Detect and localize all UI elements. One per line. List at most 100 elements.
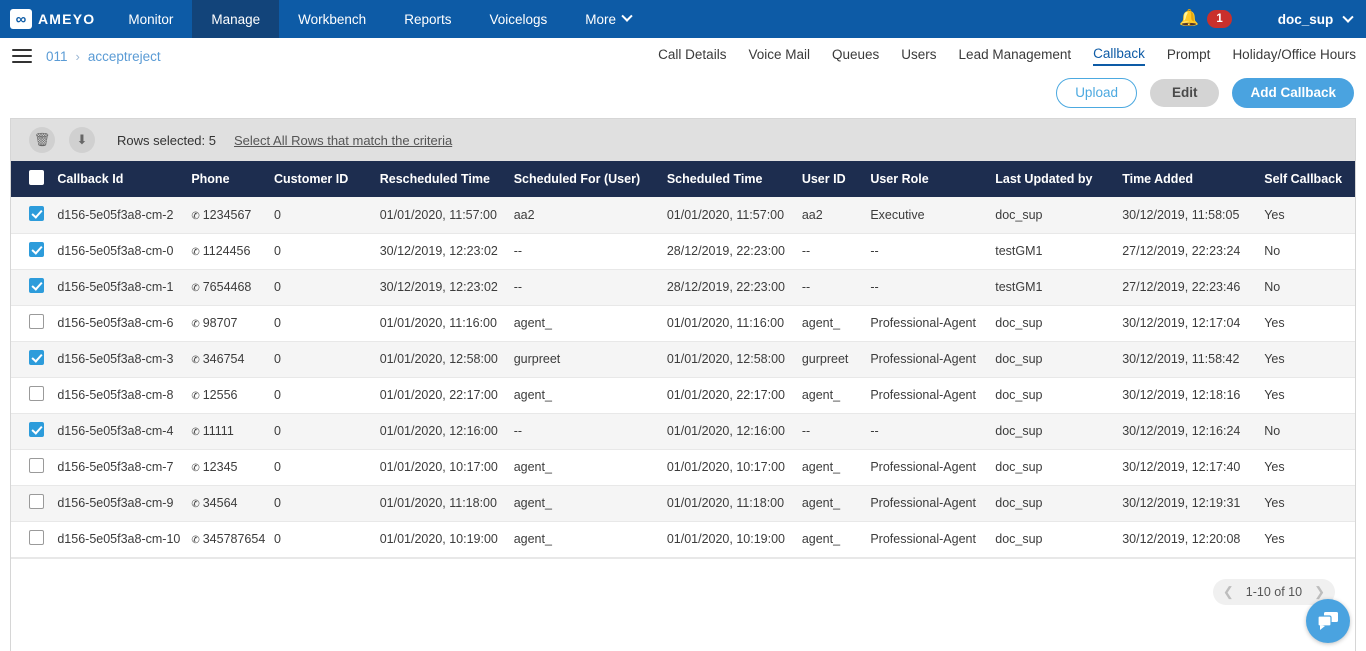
notification-bell-icon[interactable]: 🔔: [1179, 11, 1199, 27]
phone-number: 1124456: [202, 244, 251, 258]
notification-count-badge[interactable]: 1: [1207, 9, 1232, 29]
column-header-scheduled-time[interactable]: Scheduled Time: [666, 161, 802, 197]
row-checkbox-cell[interactable]: [11, 305, 58, 342]
cell-scheduled-for-user: agent_: [513, 521, 667, 558]
row-checkbox-cell[interactable]: [11, 521, 58, 558]
column-header-last-updated-by[interactable]: Last Updated by: [995, 161, 1123, 197]
cell-last-updated-by: doc_sup: [995, 521, 1123, 558]
cell-customer-id: 0: [273, 197, 380, 234]
table-row[interactable]: d156-5e05f3a8-cm-8 ✆ 12556 0 01/01/2020, 22:…: [11, 377, 1355, 414]
cell-phone[interactable]: ✆ 12345: [191, 449, 274, 486]
table-row[interactable]: d156-5e05f3a8-cm-6 ✆ 98707 0 01/01/2020, 11:…: [11, 305, 1355, 342]
cell-phone[interactable]: ✆ 7654468: [191, 269, 274, 306]
row-checkbox[interactable]: [29, 458, 44, 473]
row-checkbox[interactable]: [29, 494, 44, 509]
row-checkbox[interactable]: [29, 314, 44, 329]
breadcrumb-root[interactable]: 011: [46, 49, 68, 64]
nav-item-monitor[interactable]: Monitor: [109, 0, 192, 38]
cell-last-updated-by: doc_sup: [995, 485, 1123, 522]
app-logo[interactable]: ∞ AMEYO: [0, 0, 109, 38]
nav-item-workbench[interactable]: Workbench: [279, 0, 385, 38]
row-checkbox[interactable]: [29, 278, 44, 293]
trash-icon[interactable]: 🗑: [29, 127, 55, 153]
table-row[interactable]: d156-5e05f3a8-cm-3 ✆ 346754 0 01/01/2020, 12…: [11, 341, 1355, 378]
select-all-checkbox[interactable]: [29, 170, 44, 185]
row-checkbox-cell[interactable]: [11, 485, 58, 522]
row-checkbox-cell[interactable]: [11, 341, 58, 378]
download-icon[interactable]: ⬇: [69, 127, 95, 153]
table-row[interactable]: d156-5e05f3a8-cm-9 ✆ 34564 0 01/01/2020, 11:…: [11, 485, 1355, 522]
cell-rescheduled-time: 30/12/2019, 12:23:02: [379, 269, 514, 306]
tab-holiday-office-hours[interactable]: Holiday/Office Hours: [1232, 47, 1356, 65]
row-checkbox-cell[interactable]: [11, 413, 58, 450]
row-checkbox[interactable]: [29, 242, 44, 257]
row-checkbox[interactable]: [29, 422, 44, 437]
table-row[interactable]: d156-5e05f3a8-cm-0 ✆ 1124456 0 30/12/2019, 1…: [11, 233, 1355, 270]
cell-phone[interactable]: ✆ 1124456: [191, 233, 274, 270]
column-header-scheduled-for-user[interactable]: Scheduled For (User): [513, 161, 667, 197]
tab-lead-management[interactable]: Lead Management: [959, 47, 1072, 65]
select-all-rows-link[interactable]: Select All Rows that match the criteria: [234, 133, 452, 148]
nav-item-more[interactable]: More: [566, 0, 650, 38]
cell-phone[interactable]: ✆ 34564: [191, 485, 274, 522]
row-checkbox-cell[interactable]: [11, 197, 58, 234]
user-menu[interactable]: doc_sup: [1278, 11, 1354, 27]
tab-queues[interactable]: Queues: [832, 47, 879, 65]
top-navigation-bar: ∞ AMEYO Monitor Manage Workbench Reports…: [0, 0, 1366, 38]
column-header-user-id[interactable]: User ID: [801, 161, 871, 197]
column-header-time-added[interactable]: Time Added: [1122, 161, 1265, 197]
upload-button[interactable]: Upload: [1056, 77, 1137, 109]
row-checkbox-cell[interactable]: [11, 269, 58, 306]
row-checkbox[interactable]: [29, 386, 44, 401]
column-header-callback-id[interactable]: Callback Id: [57, 161, 192, 197]
phone-icon: ✆: [191, 391, 200, 402]
tab-users[interactable]: Users: [901, 47, 936, 65]
table-row[interactable]: d156-5e05f3a8-cm-2 ✆ 1234567 0 01/01/2020, 1…: [11, 197, 1355, 234]
row-checkbox-cell[interactable]: [11, 449, 58, 486]
cell-user-role: --: [870, 233, 996, 270]
tab-prompt[interactable]: Prompt: [1167, 47, 1211, 65]
table-row[interactable]: d156-5e05f3a8-cm-1 ✆ 7654468 0 30/12/2019, 1…: [11, 269, 1355, 306]
phone-number: 1234567: [202, 207, 252, 222]
add-callback-button[interactable]: Add Callback: [1232, 77, 1354, 109]
table-row[interactable]: d156-5e05f3a8-cm-10 ✆ 345787654 0 01/01/2020…: [11, 521, 1355, 558]
cell-user-role: Professional-Agent: [870, 449, 996, 486]
tab-callback[interactable]: Callback: [1093, 46, 1145, 66]
cell-phone[interactable]: ✆ 98707: [191, 305, 274, 342]
tab-voice-mail[interactable]: Voice Mail: [748, 47, 810, 65]
cell-self-callback: No: [1264, 413, 1355, 450]
chevron-left-icon[interactable]: ❮: [1223, 584, 1234, 600]
edit-button[interactable]: Edit: [1149, 78, 1220, 108]
cell-phone[interactable]: ✆ 345787654: [191, 521, 274, 558]
breadcrumb-current[interactable]: acceptreject: [88, 49, 161, 64]
nav-item-voicelogs[interactable]: Voicelogs: [470, 0, 566, 38]
row-checkbox[interactable]: [29, 350, 44, 365]
row-checkbox-cell[interactable]: [11, 233, 58, 270]
callback-table: Callback Id Phone Customer ID Reschedule…: [11, 161, 1355, 558]
cell-phone[interactable]: ✆ 11111: [191, 413, 274, 450]
column-header-phone[interactable]: Phone: [191, 161, 274, 197]
cell-phone[interactable]: ✆ 1234567: [191, 197, 274, 234]
row-checkbox-cell[interactable]: [11, 377, 58, 414]
chevron-right-icon[interactable]: ❯: [1314, 584, 1325, 600]
cell-customer-id: 0: [273, 449, 380, 486]
column-header-rescheduled-time[interactable]: Rescheduled Time: [379, 161, 514, 197]
chat-fab-button[interactable]: [1306, 599, 1350, 643]
phone-number: 12556: [202, 388, 238, 402]
hamburger-icon[interactable]: [12, 45, 32, 67]
select-all-checkbox-cell[interactable]: [11, 161, 58, 197]
cell-phone[interactable]: ✆ 12556: [191, 377, 274, 414]
column-header-user-role[interactable]: User Role: [870, 161, 996, 197]
cell-callback-id: d156-5e05f3a8-cm-6: [57, 305, 192, 342]
nav-item-reports[interactable]: Reports: [385, 0, 470, 38]
nav-item-manage[interactable]: Manage: [192, 0, 280, 38]
table-row[interactable]: d156-5e05f3a8-cm-4 ✆ 11111 0 01/01/2020, 12:…: [11, 413, 1355, 450]
column-header-self-callback[interactable]: Self Callback: [1264, 161, 1355, 197]
cell-scheduled-time: 01/01/2020, 10:19:00: [666, 521, 802, 558]
row-checkbox[interactable]: [29, 205, 44, 221]
cell-phone[interactable]: ✆ 346754: [191, 341, 274, 378]
column-header-customer-id[interactable]: Customer ID: [273, 161, 380, 197]
tab-call-details[interactable]: Call Details: [658, 47, 726, 65]
row-checkbox[interactable]: [29, 530, 44, 545]
table-row[interactable]: d156-5e05f3a8-cm-7 ✆ 12345 0 01/01/2020, 10:…: [11, 449, 1355, 486]
